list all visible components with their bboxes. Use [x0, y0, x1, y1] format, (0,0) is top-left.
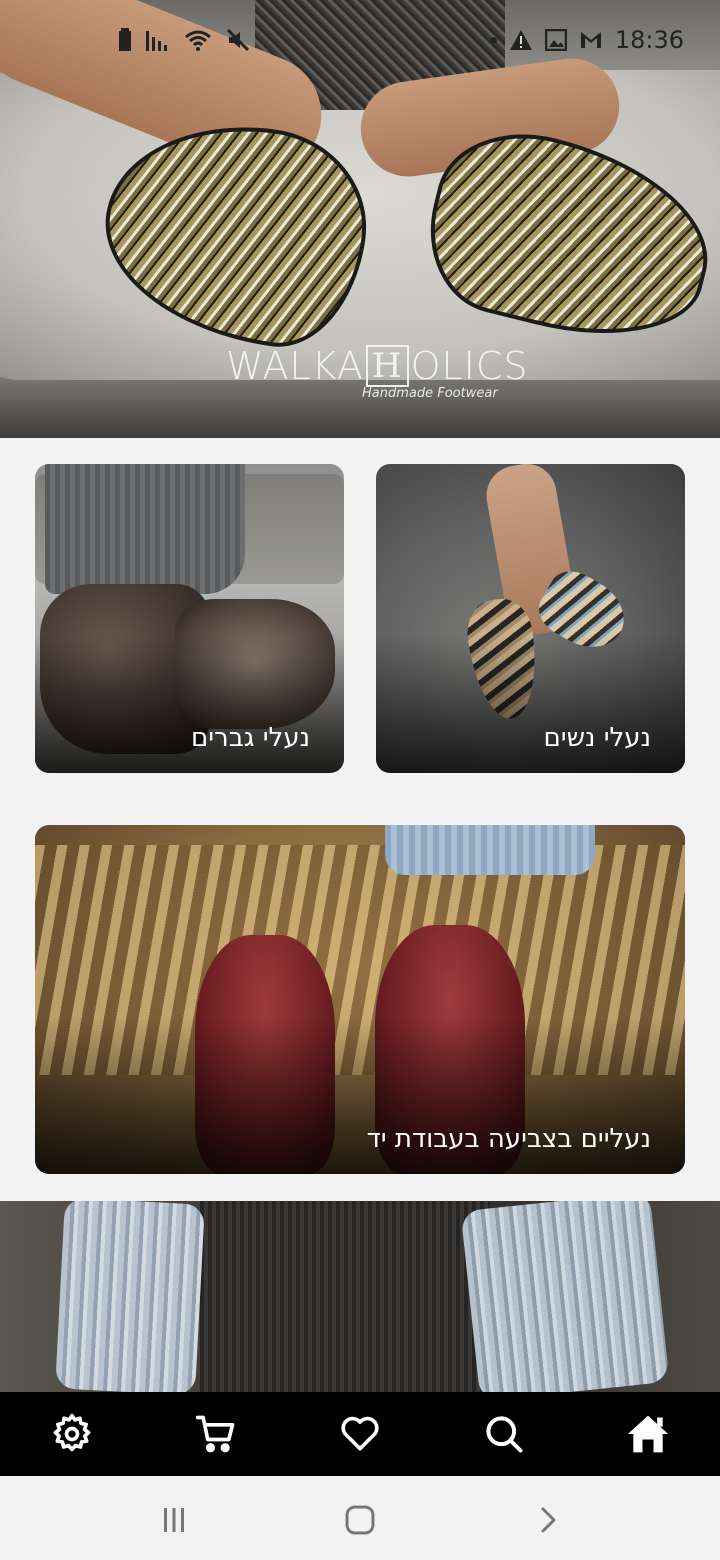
- bottom-navigation-bar: [0, 1392, 720, 1476]
- status-clock: 18:36: [614, 26, 684, 54]
- back-button[interactable]: [528, 1500, 568, 1540]
- battery-icon: [119, 28, 131, 51]
- signal-icon: [146, 31, 167, 51]
- image-icon: [544, 29, 567, 51]
- brand-logo-word: WALKA H OLICS: [226, 344, 529, 388]
- category-label-women: נעלי נשים: [543, 723, 651, 753]
- category-label-hand-dyed: נעליים בצביעה בעבודת יד: [366, 1124, 651, 1154]
- photo-jeans: [55, 1201, 205, 1392]
- photo-jeans: [385, 825, 595, 875]
- home-icon: [627, 1415, 669, 1453]
- app-screen: WALKA H OLICS Handmade Footwear 18:36 נע…: [0, 0, 720, 1560]
- logo-text-left: WALKA: [226, 344, 364, 388]
- settings-icon: [53, 1413, 91, 1452]
- status-right-icons: 18:36: [489, 26, 684, 54]
- recents-icon: [164, 1508, 184, 1532]
- favorites-button[interactable]: [336, 1410, 384, 1458]
- alert-icon: [509, 30, 532, 50]
- mute-icon: [226, 28, 250, 52]
- photo-jeans: [45, 464, 245, 594]
- system-navigation-bar: [0, 1476, 720, 1560]
- status-left-icons: [118, 28, 250, 52]
- system-home-button[interactable]: [340, 1500, 380, 1540]
- heart-icon: [341, 1416, 379, 1451]
- brand-tagline: Handmade Footwear: [362, 386, 498, 401]
- back-icon: [541, 1507, 556, 1533]
- logo-text-boxed: H: [365, 345, 409, 387]
- search-icon: [486, 1416, 523, 1453]
- category-label-men: נעלי גברים: [190, 723, 310, 753]
- wifi-icon: [185, 30, 211, 51]
- promo-banner-partial[interactable]: [0, 1201, 720, 1392]
- home-button[interactable]: [624, 1410, 672, 1458]
- cart-icon: [195, 1415, 235, 1453]
- cart-button[interactable]: [192, 1410, 240, 1458]
- status-dot-icon: [489, 36, 497, 44]
- gmail-icon: [580, 32, 601, 48]
- search-button[interactable]: [480, 1410, 528, 1458]
- logo-text-right: OLICS: [410, 344, 529, 388]
- settings-button[interactable]: [48, 1410, 96, 1458]
- home-icon: [345, 1505, 375, 1535]
- brand-logo: WALKA H OLICS Handmade Footwear: [226, 344, 529, 401]
- category-card-hand-dyed[interactable]: נעליים בצביעה בעבודת יד: [35, 825, 685, 1174]
- status-bar: 18:36: [0, 0, 720, 80]
- photo-skirt: [200, 1201, 490, 1392]
- category-card-men[interactable]: נעלי גברים: [35, 464, 344, 773]
- photo-jeans: [460, 1201, 670, 1392]
- category-card-women[interactable]: נעלי נשים: [376, 464, 685, 773]
- recents-button[interactable]: [154, 1500, 194, 1540]
